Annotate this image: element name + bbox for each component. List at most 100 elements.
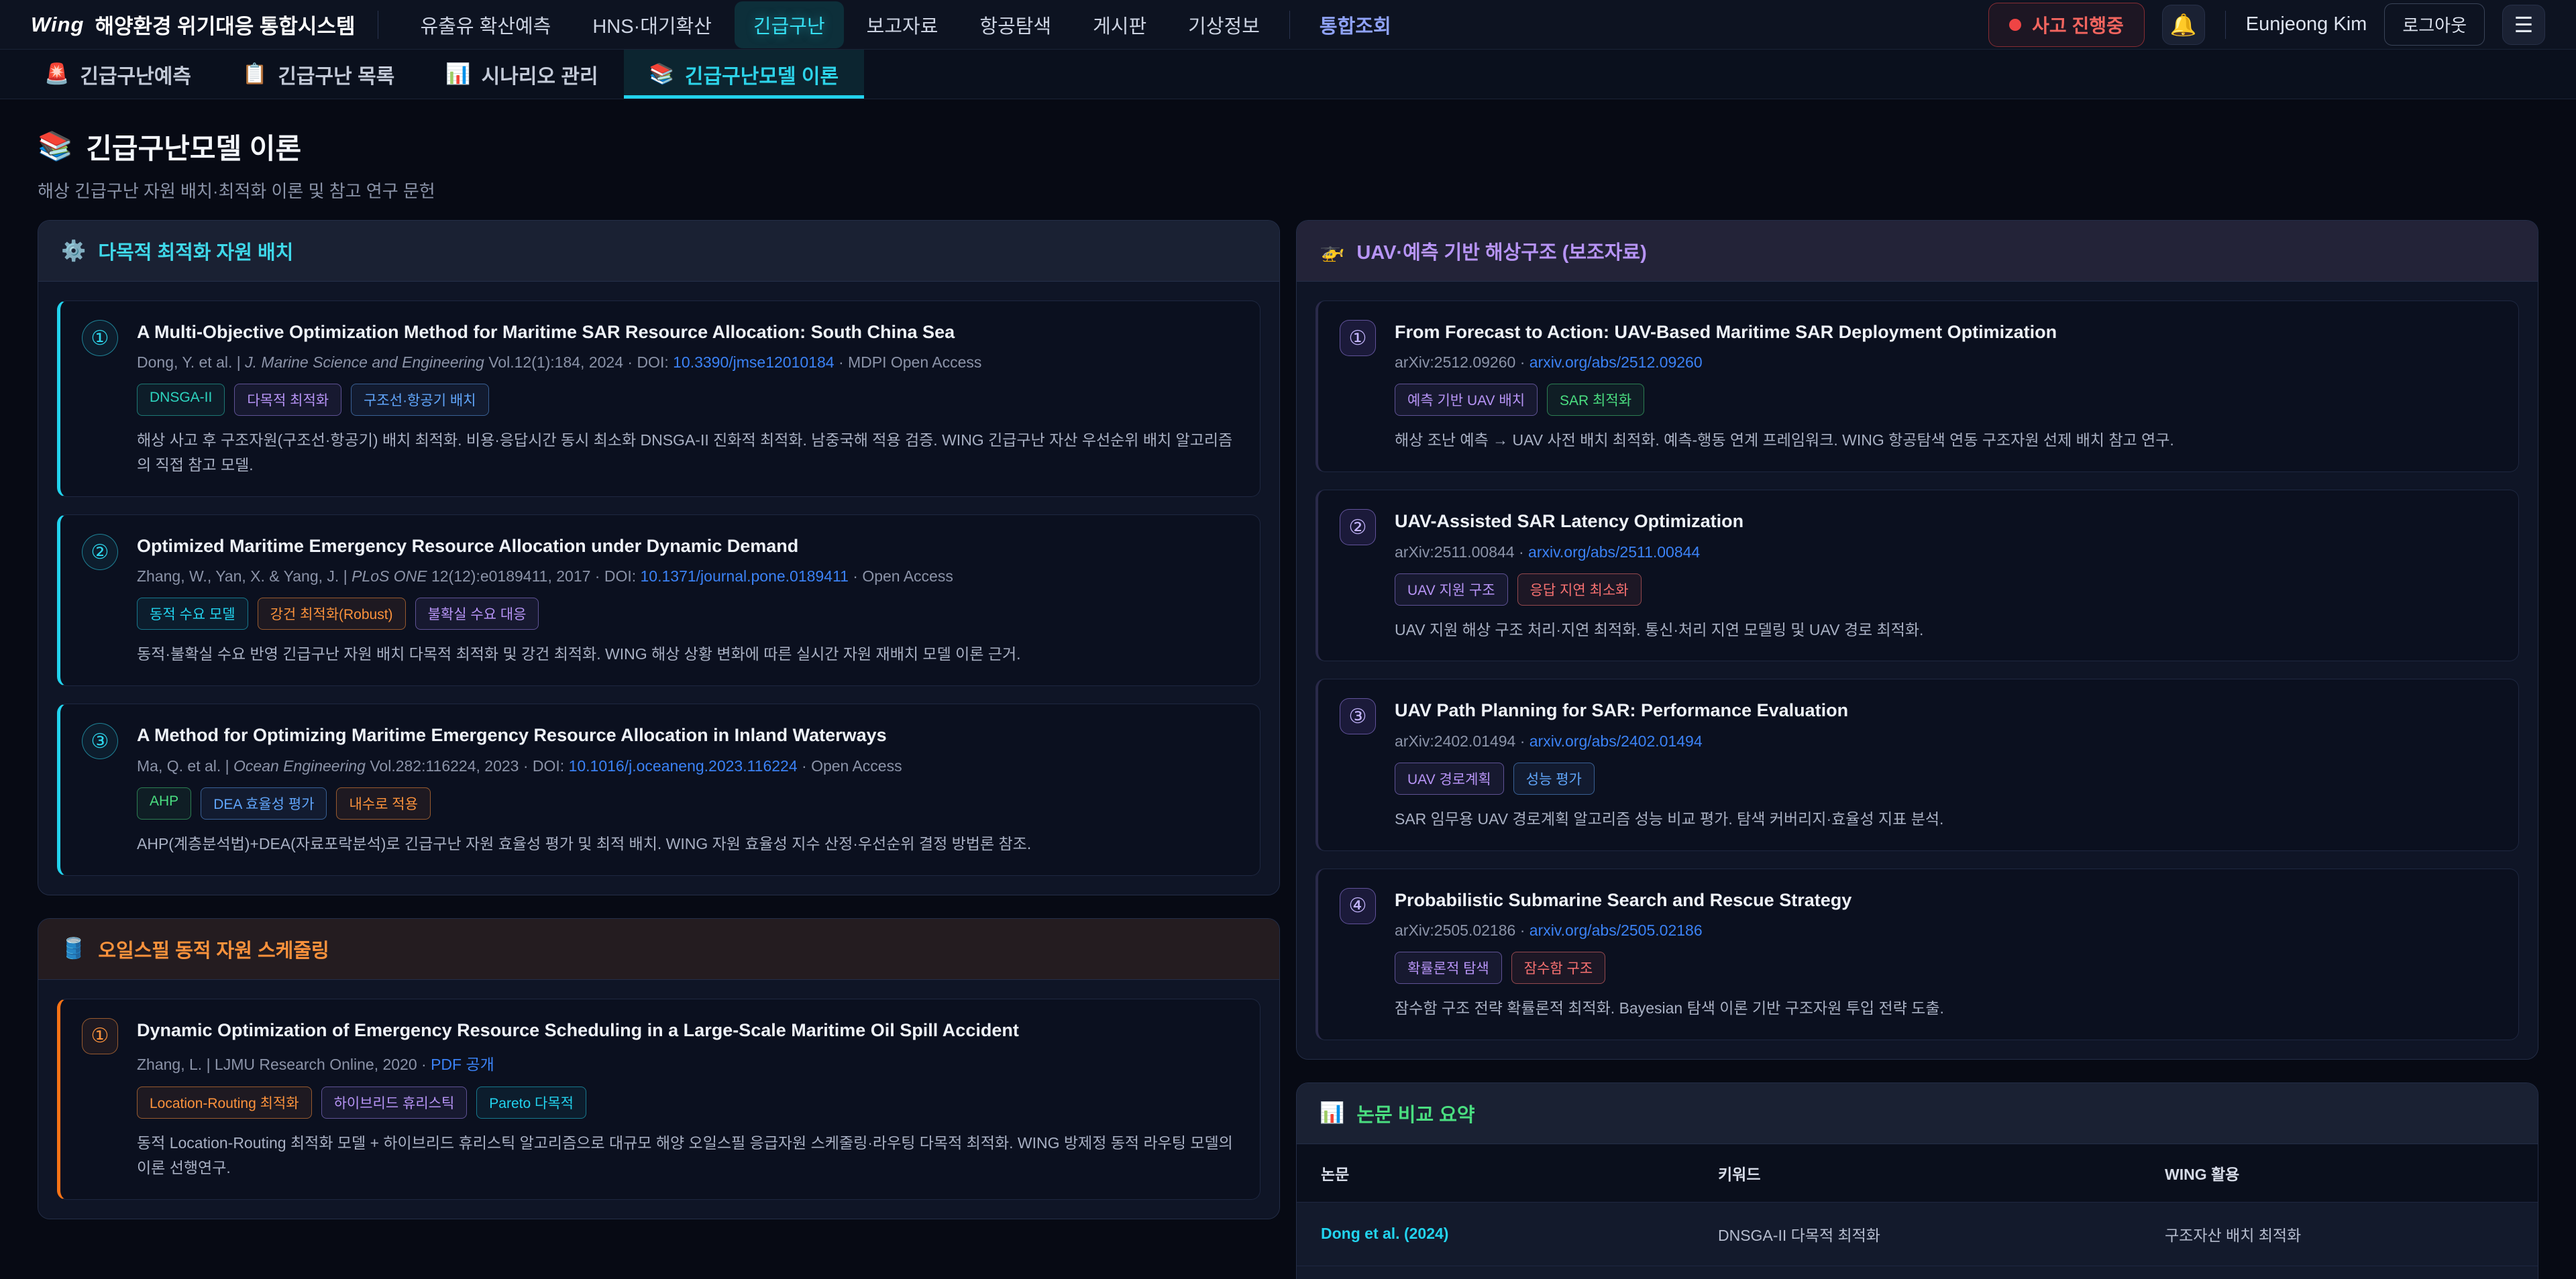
tab-rescue-model-theory[interactable]: 📚 긴급구난모델 이론 xyxy=(624,50,865,99)
paper-content: A Multi-Objective Optimization Method fo… xyxy=(137,320,1238,478)
paper-number-badge: ① xyxy=(82,1018,118,1054)
nav-reports[interactable]: 보고자료 xyxy=(848,1,957,48)
tag: 강건 최적화(Robust) xyxy=(258,598,406,630)
tab-rescue-list[interactable]: 📋 긴급구난 목록 xyxy=(217,50,420,99)
nav-board[interactable]: 게시판 xyxy=(1074,1,1165,48)
paper-meta: Dong, Y. et al. | J. Marine Science and … xyxy=(137,353,1238,372)
arxiv-link[interactable]: arxiv.org/abs/2511.00844 xyxy=(1528,543,1700,561)
paper-description: UAV 지원 해상 구조 처리·지연 최적화. 통신·처리 지연 모델링 및 U… xyxy=(1395,618,2497,643)
paper-tags: AHP DEA 효율성 평가 내수로 적용 xyxy=(137,787,1238,820)
doi-link[interactable]: 10.1016/j.oceaneng.2023.116224 xyxy=(569,757,798,775)
tag: AHP xyxy=(137,787,191,820)
paper-number-badge: ③ xyxy=(1340,698,1376,734)
nav-spill-prediction[interactable]: 유출유 확산예측 xyxy=(401,1,570,48)
panel-uav-body: ① From Forecast to Action: UAV-Based Mar… xyxy=(1297,282,2538,1059)
pdf-link[interactable]: PDF 공개 xyxy=(431,1056,494,1073)
hamburger-menu-button[interactable]: ☰ xyxy=(2502,5,2545,45)
paper-meta: Zhang, L. | LJMU Research Online, 2020 ·… xyxy=(137,1052,1238,1074)
nav-emergency-rescue[interactable]: 긴급구난 xyxy=(735,1,844,48)
paper-title: Dynamic Optimization of Emergency Resour… xyxy=(137,1018,1238,1042)
sub-tabbar: 🚨 긴급구난예측 📋 긴급구난 목록 📊 시나리오 관리 📚 긴급구난모델 이론 xyxy=(0,50,2576,99)
panel-multi-body: ① A Multi-Objective Optimization Method … xyxy=(38,282,1279,895)
paper-card: ② UAV-Assisted SAR Latency Optimization … xyxy=(1316,490,2519,661)
books-icon: 📚 xyxy=(38,130,72,163)
paper-description: 동적·불확실 수요 반영 긴급구난 자원 배치 다목적 최적화 및 강건 최적화… xyxy=(137,642,1238,667)
nav-aerial-search[interactable]: 항공탐색 xyxy=(961,1,1070,48)
paper-authors: Dong, Y. et al. | xyxy=(137,353,241,371)
comparison-table: 논문 키워드 WING 활용 Dong et al. (2024) DNSGA-… xyxy=(1297,1144,2538,1279)
table-row: Dong et al. (2024) DNSGA-II 다목적 최적화 구조자산… xyxy=(1297,1202,2538,1266)
panel-multi-objective: ⚙️ 다목적 최적화 자원 배치 ① A Multi-Objective Opt… xyxy=(38,220,1280,895)
tab-rescue-prediction[interactable]: 🚨 긴급구난예측 xyxy=(19,50,217,99)
arxiv-link[interactable]: arxiv.org/abs/2402.01494 xyxy=(1529,732,1703,750)
main-menu: 유출유 확산예측 HNS·대기확산 긴급구난 보고자료 항공탐색 게시판 기상정… xyxy=(401,1,1409,48)
paper-authors: Zhang, W., Yan, X. & Yang, J. | xyxy=(137,567,347,585)
logout-button[interactable]: 로그아웃 xyxy=(2384,3,2485,46)
paper-meta: Ma, Q. et al. | Ocean Engineering Vol.28… xyxy=(137,757,1238,775)
notifications-button[interactable]: 🔔 xyxy=(2162,5,2205,45)
doi-link[interactable]: 10.3390/jmse12010184 xyxy=(673,353,834,371)
paper-card: ① Dynamic Optimization of Emergency Reso… xyxy=(57,999,1260,1200)
paper-description: SAR 임무용 UAV 경로계획 알고리즘 성능 비교 평가. 탐색 커버리지·… xyxy=(1395,807,2497,832)
page-title: 📚 긴급구난모델 이론 xyxy=(38,126,2538,167)
paper-access: · Open Access xyxy=(853,567,953,585)
paper-number-badge: ① xyxy=(1340,320,1376,356)
paper-journal: Ocean Engineering xyxy=(233,757,366,775)
paper-journal: PLoS ONE xyxy=(352,567,427,585)
paper-access: · MDPI Open Access xyxy=(839,353,981,371)
app-title: 해양환경 위기대응 통합시스템 xyxy=(95,9,355,40)
arxiv-link[interactable]: arxiv.org/abs/2505.02186 xyxy=(1529,922,1703,939)
paper-title: Probabilistic Submarine Search and Rescu… xyxy=(1395,888,2497,912)
tag: 잠수함 구조 xyxy=(1511,952,1605,984)
table-header-row: 논문 키워드 WING 활용 xyxy=(1297,1144,2538,1203)
panel-multi-title: 다목적 최적화 자원 배치 xyxy=(98,237,293,265)
nav-integrated-search[interactable]: 통합조회 xyxy=(1301,1,1410,48)
panel-oil-title: 오일스필 동적 자원 스케줄링 xyxy=(98,935,329,963)
paper-access: · Open Access xyxy=(802,757,902,775)
col-wing-usage: WING 활용 xyxy=(2141,1144,2538,1203)
wing-usage-cell: 실시간 자원 재배치 xyxy=(2141,1266,2538,1279)
paper-title: Optimized Maritime Emergency Resource Al… xyxy=(137,534,1238,558)
panel-uav-title: UAV·예측 기반 해상구조 (보조자료) xyxy=(1356,237,1646,265)
paper-meta: arXiv:2402.01494 · arxiv.org/abs/2402.01… xyxy=(1395,732,2497,750)
paper-content: UAV Path Planning for SAR: Performance E… xyxy=(1395,698,2497,831)
nav-hns-diffusion[interactable]: HNS·대기확산 xyxy=(574,1,731,48)
paper-card: ③ UAV Path Planning for SAR: Performance… xyxy=(1316,679,2519,850)
nav-weather-info[interactable]: 기상정보 xyxy=(1169,1,1279,48)
helicopter-icon: 🚁 xyxy=(1320,239,1344,263)
panel-multi-header: ⚙️ 다목적 최적화 자원 배치 xyxy=(38,221,1279,282)
tag: Location-Routing 최적화 xyxy=(137,1087,312,1119)
paper-title: UAV Path Planning for SAR: Performance E… xyxy=(1395,698,2497,722)
tag: 내수로 적용 xyxy=(336,787,430,820)
paper-link[interactable]: Zhang et al. (2017) xyxy=(1297,1266,1694,1279)
paper-link[interactable]: Dong et al. (2024) xyxy=(1297,1202,1694,1266)
paper-tags: Location-Routing 최적화 하이브리드 휴리스틱 Pareto 다… xyxy=(137,1087,1238,1119)
keywords-cell: 동적수요·강건 최적화 xyxy=(1694,1266,2141,1279)
panel-oil-body: ① Dynamic Optimization of Emergency Reso… xyxy=(38,980,1279,1219)
paper-description: 해상 조난 예측 → UAV 사전 배치 최적화. 예측-행동 연계 프레임워크… xyxy=(1395,428,2497,453)
left-column: ⚙️ 다목적 최적화 자원 배치 ① A Multi-Objective Opt… xyxy=(38,220,1280,1219)
user-name: Eunjeong Kim xyxy=(2246,13,2367,36)
paper-content: From Forecast to Action: UAV-Based Marit… xyxy=(1395,320,2497,453)
tag: 구조선·항공기 배치 xyxy=(351,384,488,416)
arxiv-link[interactable]: arxiv.org/abs/2512.09260 xyxy=(1529,353,1703,371)
paper-title: A Multi-Objective Optimization Method fo… xyxy=(137,320,1238,344)
incident-status-badge: 사고 진행중 xyxy=(1988,3,2145,47)
tag: 응답 지연 최소화 xyxy=(1517,573,1642,606)
right-column: 🚁 UAV·예측 기반 해상구조 (보조자료) ① From Forecast … xyxy=(1296,220,2538,1279)
paper-title: From Forecast to Action: UAV-Based Marit… xyxy=(1395,320,2497,344)
paper-card: ④ Probabilistic Submarine Search and Res… xyxy=(1316,869,2519,1040)
paper-volume: Vol.282:116224, 2023 · DOI: xyxy=(370,757,564,775)
chart-icon: 📊 xyxy=(445,62,470,86)
logo-mark: Wing xyxy=(31,13,84,37)
tag: 하이브리드 휴리스틱 xyxy=(321,1087,468,1119)
paper-content: Probabilistic Submarine Search and Rescu… xyxy=(1395,888,2497,1021)
tag: UAV 경로계획 xyxy=(1395,763,1504,795)
tag: Pareto 다목적 xyxy=(476,1087,586,1119)
paper-description: 잠수함 구조 전략 확률론적 최적화. Bayesian 탐색 이론 기반 구조… xyxy=(1395,996,2497,1021)
paper-tags: UAV 경로계획 성능 평가 xyxy=(1395,763,2497,795)
doi-link[interactable]: 10.1371/journal.pone.0189411 xyxy=(641,567,849,585)
tab-scenario-management[interactable]: 📊 시나리오 관리 xyxy=(420,50,623,99)
paper-content: Optimized Maritime Emergency Resource Al… xyxy=(137,534,1238,667)
incident-dot-icon xyxy=(2009,19,2021,31)
